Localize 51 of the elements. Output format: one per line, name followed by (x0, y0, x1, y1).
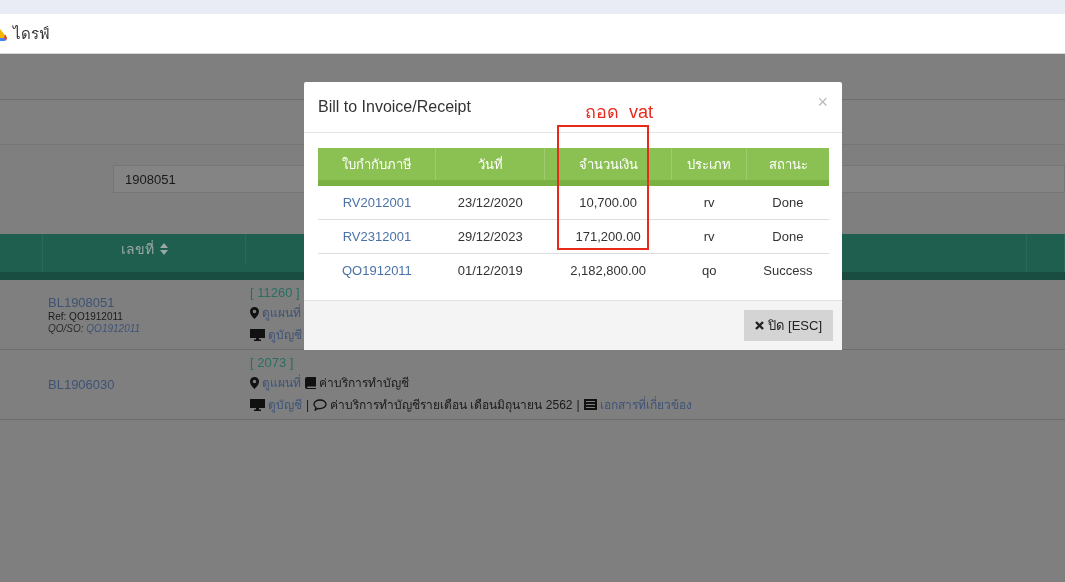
speech-bubble-icon (313, 398, 328, 411)
row-link[interactable]: เอกสารที่เกี่ยวข้อง (599, 395, 692, 414)
document-link[interactable]: RV2312001 (342, 229, 412, 244)
amount-cell: 2,182,800.00 (544, 253, 672, 287)
status-cell: Done (746, 183, 829, 220)
row-link[interactable]: ดูบัญชี (268, 395, 302, 414)
map-pin-icon (250, 306, 259, 319)
map-pin-icon (250, 376, 259, 389)
row-link[interactable]: ดูแผนที่ (262, 303, 301, 322)
document-link[interactable]: RV2012001 (342, 195, 412, 210)
quotation-link[interactable]: QO1912011 (86, 323, 141, 334)
column-header: ใบกำกับภาษี (318, 148, 436, 183)
status-cell: Done (746, 219, 829, 254)
monitor-icon (250, 398, 265, 411)
reference-text: Ref: QO1912011 (48, 311, 124, 322)
date-cell: 29/12/2023 (435, 219, 545, 254)
annotation-text: ถอด vat (585, 101, 653, 124)
amount-cell: 10,700.00 (544, 183, 672, 220)
row-note: ค่าบริการทำบัญชี (319, 375, 409, 392)
column-header: จำนวนเงิน (544, 148, 672, 183)
column-header: ประเภท (671, 148, 747, 183)
bill-number-link[interactable]: BL1906030 (48, 377, 241, 392)
book-icon (305, 376, 316, 389)
bookmark-link[interactable]: ไดรฟ์ (13, 21, 50, 46)
type-cell: rv (671, 219, 747, 254)
quotation-reference: QO/SO: QO1912011 (48, 323, 142, 334)
customer-code: [ 2073 ] (250, 355, 294, 370)
customer-code: [ 11260 ] (250, 285, 300, 300)
list-icon (583, 399, 597, 410)
row-link[interactable]: ดูแผนที่ (262, 373, 301, 392)
bill-number-link[interactable]: BL1908051 (48, 295, 241, 310)
column-header[interactable]: เลขที่ (120, 238, 154, 260)
separator: | (576, 397, 580, 412)
close-button[interactable]: × (817, 92, 828, 113)
type-cell: qo (671, 253, 747, 287)
close-icon (755, 321, 765, 330)
column-header: วันที่ (435, 148, 545, 183)
date-cell: 23/12/2020 (435, 183, 545, 220)
document-link[interactable]: QO1912011 (342, 263, 412, 278)
row-note: ค่าบริการทำบัญชีรายเดือน เดือนมิถุนายน 2562 (330, 397, 573, 414)
monitor-icon (250, 328, 265, 341)
dialog-title: Bill to Invoice/Receipt (318, 98, 471, 116)
date-cell: 01/12/2019 (435, 253, 545, 287)
amount-cell: 171,200.00 (544, 219, 672, 254)
row-link[interactable]: ดูบัญชี (268, 325, 302, 344)
separator: | (306, 397, 310, 412)
sort-icon[interactable] (159, 243, 168, 255)
status-cell: Success (746, 253, 829, 287)
type-cell: rv (671, 183, 747, 220)
column-header: สถานะ (746, 148, 829, 183)
close-button[interactable]: ปิด [ESC] (744, 310, 833, 341)
